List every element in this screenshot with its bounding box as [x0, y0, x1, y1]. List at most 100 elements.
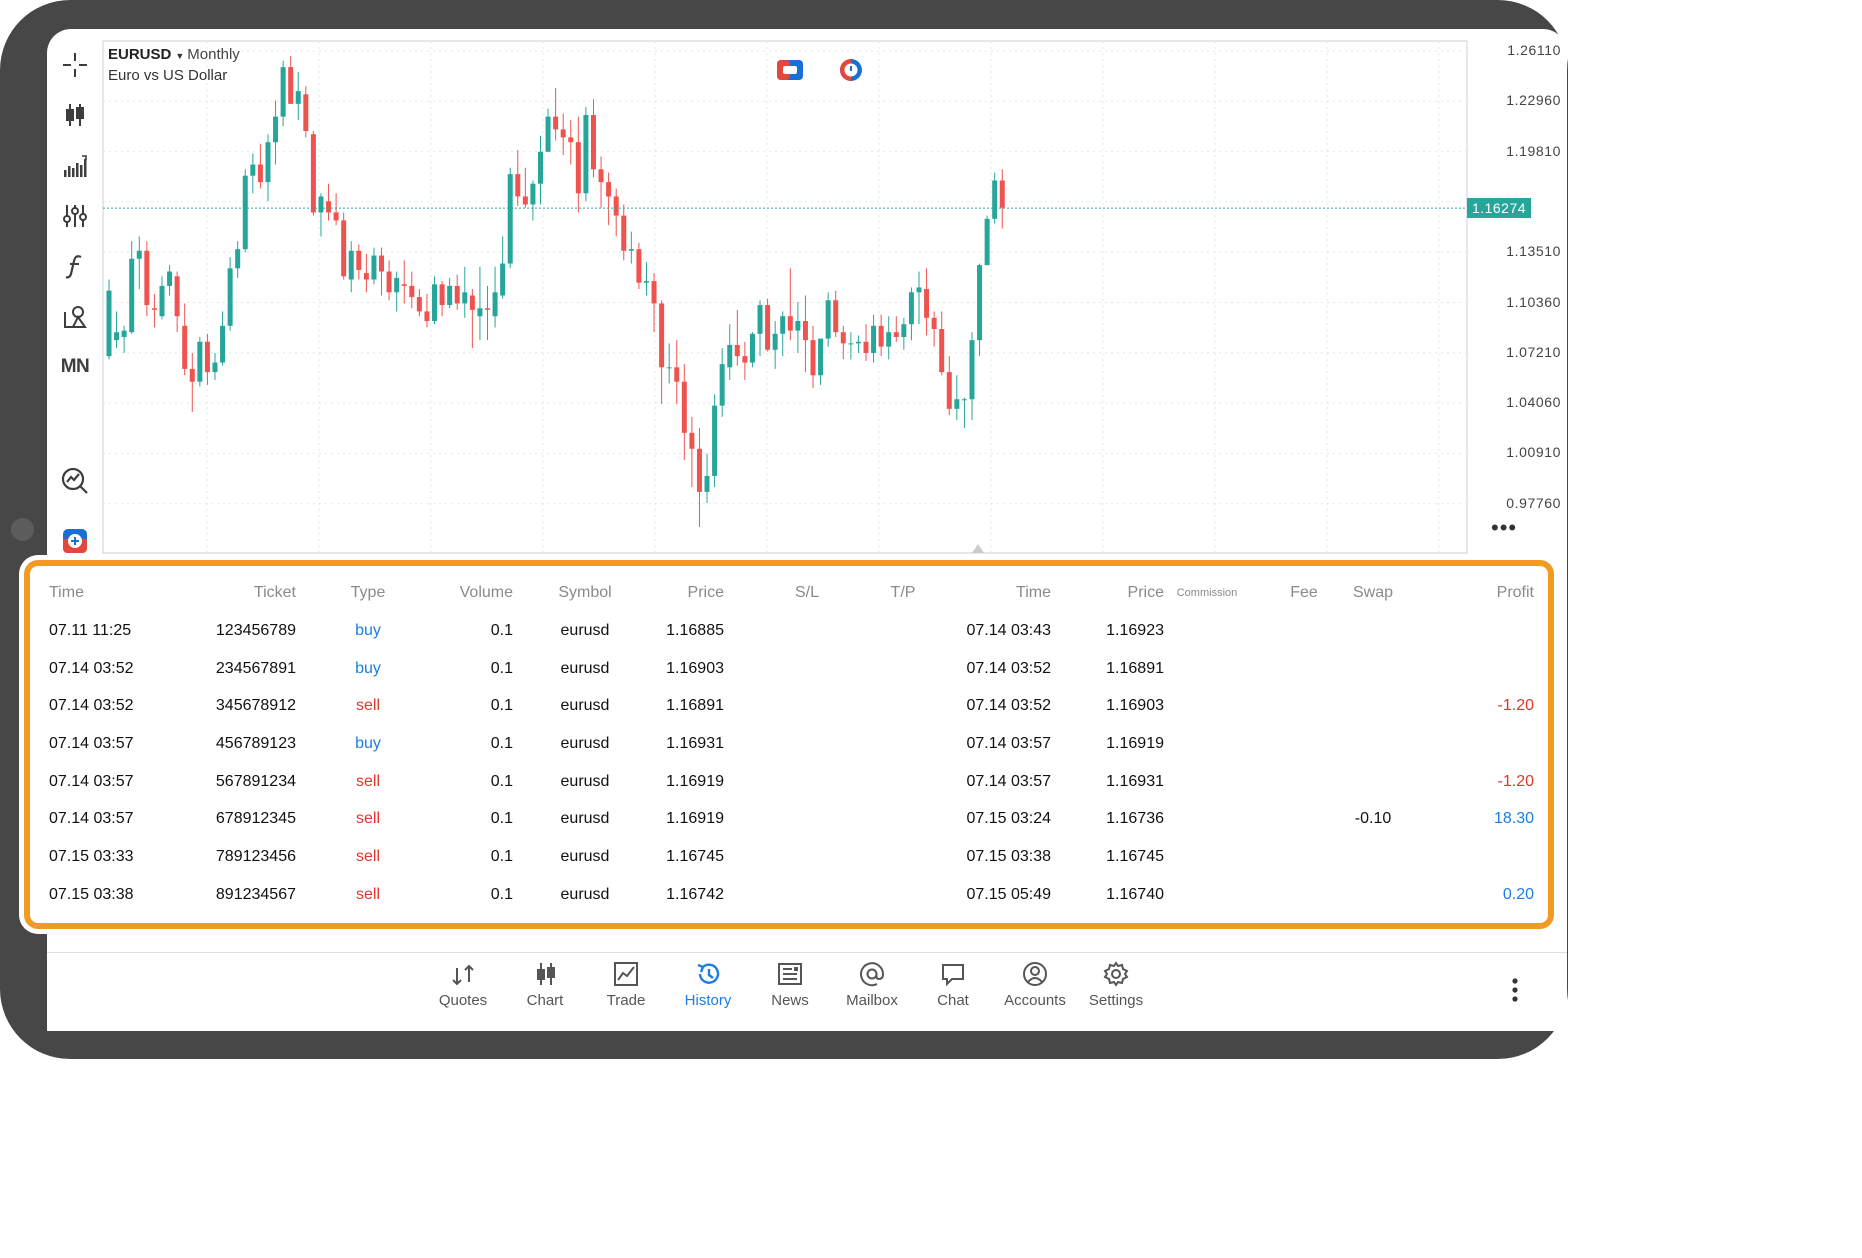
- candle-body: [924, 289, 930, 318]
- cell-volume: 0.1: [490, 622, 513, 639]
- nav-item-history[interactable]: History: [668, 960, 748, 1009]
- nav-item-chart[interactable]: Chart: [505, 960, 585, 1009]
- nav-label: Settings: [1088, 992, 1144, 1009]
- candle-body: [159, 285, 165, 317]
- candle-body: [840, 332, 846, 344]
- cell-price: 1.16891: [666, 697, 724, 714]
- nav-item-settings[interactable]: Settings: [1076, 960, 1156, 1009]
- candle-body: [469, 295, 475, 310]
- nav-item-mailbox[interactable]: Mailbox: [832, 960, 912, 1009]
- candle-body: [855, 341, 861, 344]
- cell-volume: 0.1: [490, 660, 513, 677]
- candle-body: [265, 142, 271, 183]
- price-chart[interactable]: [47, 29, 1567, 554]
- cell-ticket: 234567891: [215, 660, 296, 677]
- more-menu-icon[interactable]: [1505, 972, 1525, 1008]
- candle-body: [318, 196, 324, 213]
- history-icon: [668, 960, 748, 988]
- cell-ticket: 891234567: [215, 886, 296, 903]
- accounts-icon: [995, 960, 1075, 988]
- column-header-symbol[interactable]: Symbol: [525, 584, 645, 602]
- candle-body: [545, 116, 551, 152]
- cell-close-time: 07.14 03:52: [966, 697, 1051, 714]
- candle-body: [522, 196, 528, 205]
- candle-body: [189, 368, 195, 382]
- candle-body: [901, 324, 907, 337]
- bid-price-label: 1.16274: [1467, 198, 1531, 218]
- candle-body: [227, 268, 233, 326]
- column-header-type[interactable]: Type: [308, 584, 428, 602]
- column-header-volume[interactable]: Volume: [460, 584, 513, 602]
- cell-close-time: 07.15 03:24: [966, 810, 1051, 827]
- symbol-name: EURUSD: [108, 46, 172, 63]
- column-header-price[interactable]: Price: [688, 584, 724, 602]
- candle-body: [916, 287, 922, 293]
- candle-body: [220, 325, 226, 363]
- nav-item-trade[interactable]: Trade: [586, 960, 666, 1009]
- column-header-swap[interactable]: Swap: [1313, 584, 1433, 602]
- candle-body: [174, 276, 180, 317]
- candle-body: [886, 332, 892, 347]
- candle-body: [681, 381, 687, 433]
- timeframe-label: Monthly: [187, 46, 240, 63]
- candle-body: [666, 367, 672, 369]
- candle-body: [515, 174, 521, 197]
- more-options-icon[interactable]: •••: [1491, 517, 1517, 539]
- candle-body: [802, 321, 808, 341]
- cell-type: sell: [355, 697, 380, 714]
- column-header-close-time[interactable]: Time: [1016, 584, 1051, 602]
- chart-shift-marker: [972, 544, 984, 553]
- cell-type: buy: [355, 735, 381, 752]
- nav-item-accounts[interactable]: Accounts: [995, 960, 1075, 1009]
- nav-item-chat[interactable]: Chat: [913, 960, 993, 1009]
- cell-price: 1.16745: [666, 848, 724, 865]
- candle-body: [772, 333, 778, 350]
- candle-body: [204, 341, 210, 373]
- candle-body: [167, 271, 173, 286]
- cell-price: 1.16903: [666, 660, 724, 677]
- candle-body: [151, 308, 157, 310]
- candle-body: [712, 405, 718, 476]
- cell-close-time: 07.14 03:52: [966, 660, 1051, 677]
- timer-icon[interactable]: [837, 58, 865, 82]
- candle-body: [977, 265, 983, 341]
- candle-body: [530, 183, 536, 205]
- symbol-header[interactable]: EURUSD ▼ Monthly Euro vs US Dollar: [108, 45, 240, 85]
- nav-label: Accounts: [1004, 992, 1066, 1009]
- price-scale-label: 1.13510: [1506, 243, 1561, 260]
- candle-body: [136, 250, 142, 259]
- cell-time: 07.11 11:25: [49, 622, 132, 639]
- candle-body: [696, 448, 702, 492]
- candle-body: [704, 475, 710, 492]
- candle-body: [871, 325, 877, 353]
- nav-label: History: [684, 992, 732, 1009]
- cell-profit: 18.30: [1493, 810, 1534, 827]
- cell-profit: 0.20: [1502, 886, 1534, 903]
- column-header-time[interactable]: Time: [49, 584, 84, 602]
- cell-price: 1.16742: [666, 886, 724, 903]
- candle-body: [931, 317, 937, 330]
- candle-body: [144, 250, 150, 306]
- candle-body: [386, 271, 392, 293]
- candle-body: [242, 175, 248, 250]
- column-header-tp[interactable]: T/P: [843, 584, 963, 602]
- trade-panel-icon[interactable]: [776, 58, 804, 82]
- candle-body: [863, 341, 869, 353]
- price-scale-label: 1.26110: [1507, 42, 1561, 58]
- nav-item-quotes[interactable]: Quotes: [423, 960, 503, 1009]
- column-header-ticket[interactable]: Ticket: [254, 584, 296, 602]
- candle-body: [939, 329, 945, 373]
- cell-type: buy: [355, 660, 381, 677]
- price-scale-label: 0.97760: [1506, 494, 1561, 511]
- candle-body: [197, 341, 203, 382]
- column-header-profit[interactable]: Profit: [1497, 584, 1534, 602]
- price-scale-label: 1.04060: [1506, 394, 1561, 411]
- cell-ticket: 345678912: [215, 697, 296, 714]
- candle-body: [757, 305, 763, 334]
- candle-body: [621, 215, 627, 251]
- candle-body: [379, 255, 385, 272]
- nav-label: Quotes: [438, 992, 488, 1009]
- cell-close-time: 07.15 03:38: [966, 848, 1051, 865]
- symbol-description: Euro vs US Dollar: [108, 67, 228, 84]
- nav-item-news[interactable]: News: [750, 960, 830, 1009]
